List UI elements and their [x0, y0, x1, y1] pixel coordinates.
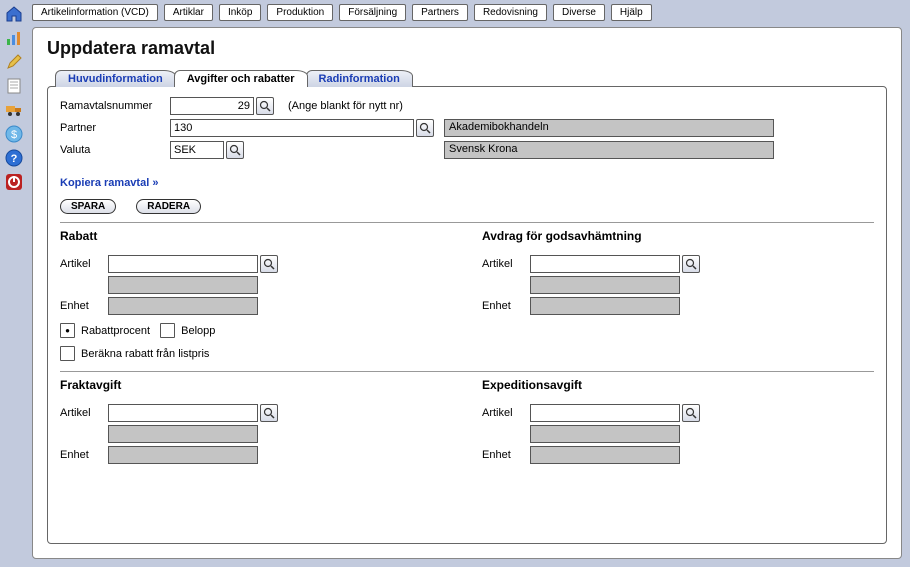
rabattprocent-radio[interactable] — [60, 323, 75, 338]
frakt-enhet-display — [108, 446, 258, 464]
money-icon[interactable]: $ — [4, 124, 24, 144]
rabatt-enhet-label: Enhet — [60, 300, 108, 312]
expedition-artikel-label: Artikel — [482, 407, 530, 419]
menu-forsaljning[interactable]: Försäljning — [339, 4, 406, 21]
frakt-enhet-label: Enhet — [60, 449, 108, 461]
top-menu: Artikelinformation (VCD) Artiklar Inköp … — [32, 4, 902, 27]
content-card: Uppdatera ramavtal Huvudinformation Avgi… — [32, 27, 902, 559]
expedition-enhet-label: Enhet — [482, 449, 530, 461]
rabatt-enhet-display — [108, 297, 258, 315]
partner-input[interactable] — [170, 119, 414, 137]
berakna-label: Beräkna rabatt från listpris — [81, 348, 209, 360]
ramavtalsnummer-lookup[interactable] — [256, 97, 274, 115]
avdrag-enhet-display — [530, 297, 680, 315]
expedition-enhet-display — [530, 446, 680, 464]
rabatt-artikel-label: Artikel — [60, 258, 108, 270]
menu-inkop[interactable]: Inköp — [219, 4, 261, 21]
rabatt-artikel-lookup[interactable] — [260, 255, 278, 273]
frakt-artikel-label: Artikel — [60, 407, 108, 419]
expedition-title: Expeditionsavgift — [482, 378, 874, 392]
ramavtalsnummer-label: Ramavtalsnummer — [60, 100, 170, 112]
tab-avgifter-och-rabatter[interactable]: Avgifter och rabatter — [174, 70, 308, 87]
truck-icon[interactable] — [4, 100, 24, 120]
home-icon[interactable] — [4, 4, 24, 24]
menu-partners[interactable]: Partners — [412, 4, 468, 21]
avdrag-artikel-lookup[interactable] — [682, 255, 700, 273]
frakt-artikel-display — [108, 425, 258, 443]
belopp-label: Belopp — [181, 325, 215, 337]
kopiera-ramavtal-link[interactable]: Kopiera ramavtal » — [60, 177, 158, 189]
ramavtalsnummer-hint: (Ange blankt för nytt nr) — [288, 100, 403, 112]
page-title: Uppdatera ramavtal — [47, 38, 887, 59]
help-icon[interactable]: ? — [4, 148, 24, 168]
avdrag-title: Avdrag för godsavhämtning — [482, 229, 874, 243]
avdrag-enhet-label: Enhet — [482, 300, 530, 312]
document-icon[interactable] — [4, 76, 24, 96]
menu-produktion[interactable]: Produktion — [267, 4, 333, 21]
chart-icon[interactable] — [4, 28, 24, 48]
spara-button[interactable]: SPARA — [60, 199, 116, 214]
menu-hjalp[interactable]: Hjälp — [611, 4, 652, 21]
pencil-icon[interactable] — [4, 52, 24, 72]
menu-artiklar[interactable]: Artiklar — [164, 4, 213, 21]
menu-diverse[interactable]: Diverse — [553, 4, 605, 21]
menu-redovisning[interactable]: Redovisning — [474, 4, 547, 21]
avdrag-artikel-input[interactable] — [530, 255, 680, 273]
rabatt-artikel-input[interactable] — [108, 255, 258, 273]
power-icon[interactable] — [4, 172, 24, 192]
valuta-input[interactable] — [170, 141, 224, 159]
tabpanel-avgifter: Ramavtalsnummer (Ange blankt för nytt nr… — [47, 86, 887, 544]
rabattprocent-label: Rabattprocent — [81, 325, 150, 337]
avdrag-artikel-label: Artikel — [482, 258, 530, 270]
radera-button[interactable]: RADERA — [136, 199, 201, 214]
partner-display: Akademibokhandeln — [444, 119, 774, 137]
expedition-artikel-lookup[interactable] — [682, 404, 700, 422]
belopp-radio[interactable] — [160, 323, 175, 338]
sidebar: $ ? — [0, 0, 28, 567]
svg-text:?: ? — [11, 153, 18, 165]
expedition-artikel-display — [530, 425, 680, 443]
rabatt-title: Rabatt — [60, 229, 452, 243]
partner-label: Partner — [60, 122, 170, 134]
partner-lookup[interactable] — [416, 119, 434, 137]
frakt-artikel-input[interactable] — [108, 404, 258, 422]
frakt-artikel-lookup[interactable] — [260, 404, 278, 422]
valuta-display: Svensk Krona — [444, 141, 774, 159]
berakna-checkbox[interactable] — [60, 346, 75, 361]
tab-radinformation[interactable]: Radinformation — [306, 70, 413, 87]
valuta-lookup[interactable] — [226, 141, 244, 159]
avdrag-artikel-display — [530, 276, 680, 294]
tabs: Huvudinformation Avgifter och rabatter R… — [55, 70, 887, 87]
ramavtalsnummer-input[interactable] — [170, 97, 254, 115]
frakt-title: Fraktavgift — [60, 378, 452, 392]
expedition-artikel-input[interactable] — [530, 404, 680, 422]
valuta-label: Valuta — [60, 144, 170, 156]
main-area: Artikelinformation (VCD) Artiklar Inköp … — [28, 0, 910, 567]
rabatt-artikel-display — [108, 276, 258, 294]
tab-huvudinformation[interactable]: Huvudinformation — [55, 70, 176, 87]
svg-text:$: $ — [11, 129, 17, 141]
menu-artikelinformation[interactable]: Artikelinformation (VCD) — [32, 4, 158, 21]
